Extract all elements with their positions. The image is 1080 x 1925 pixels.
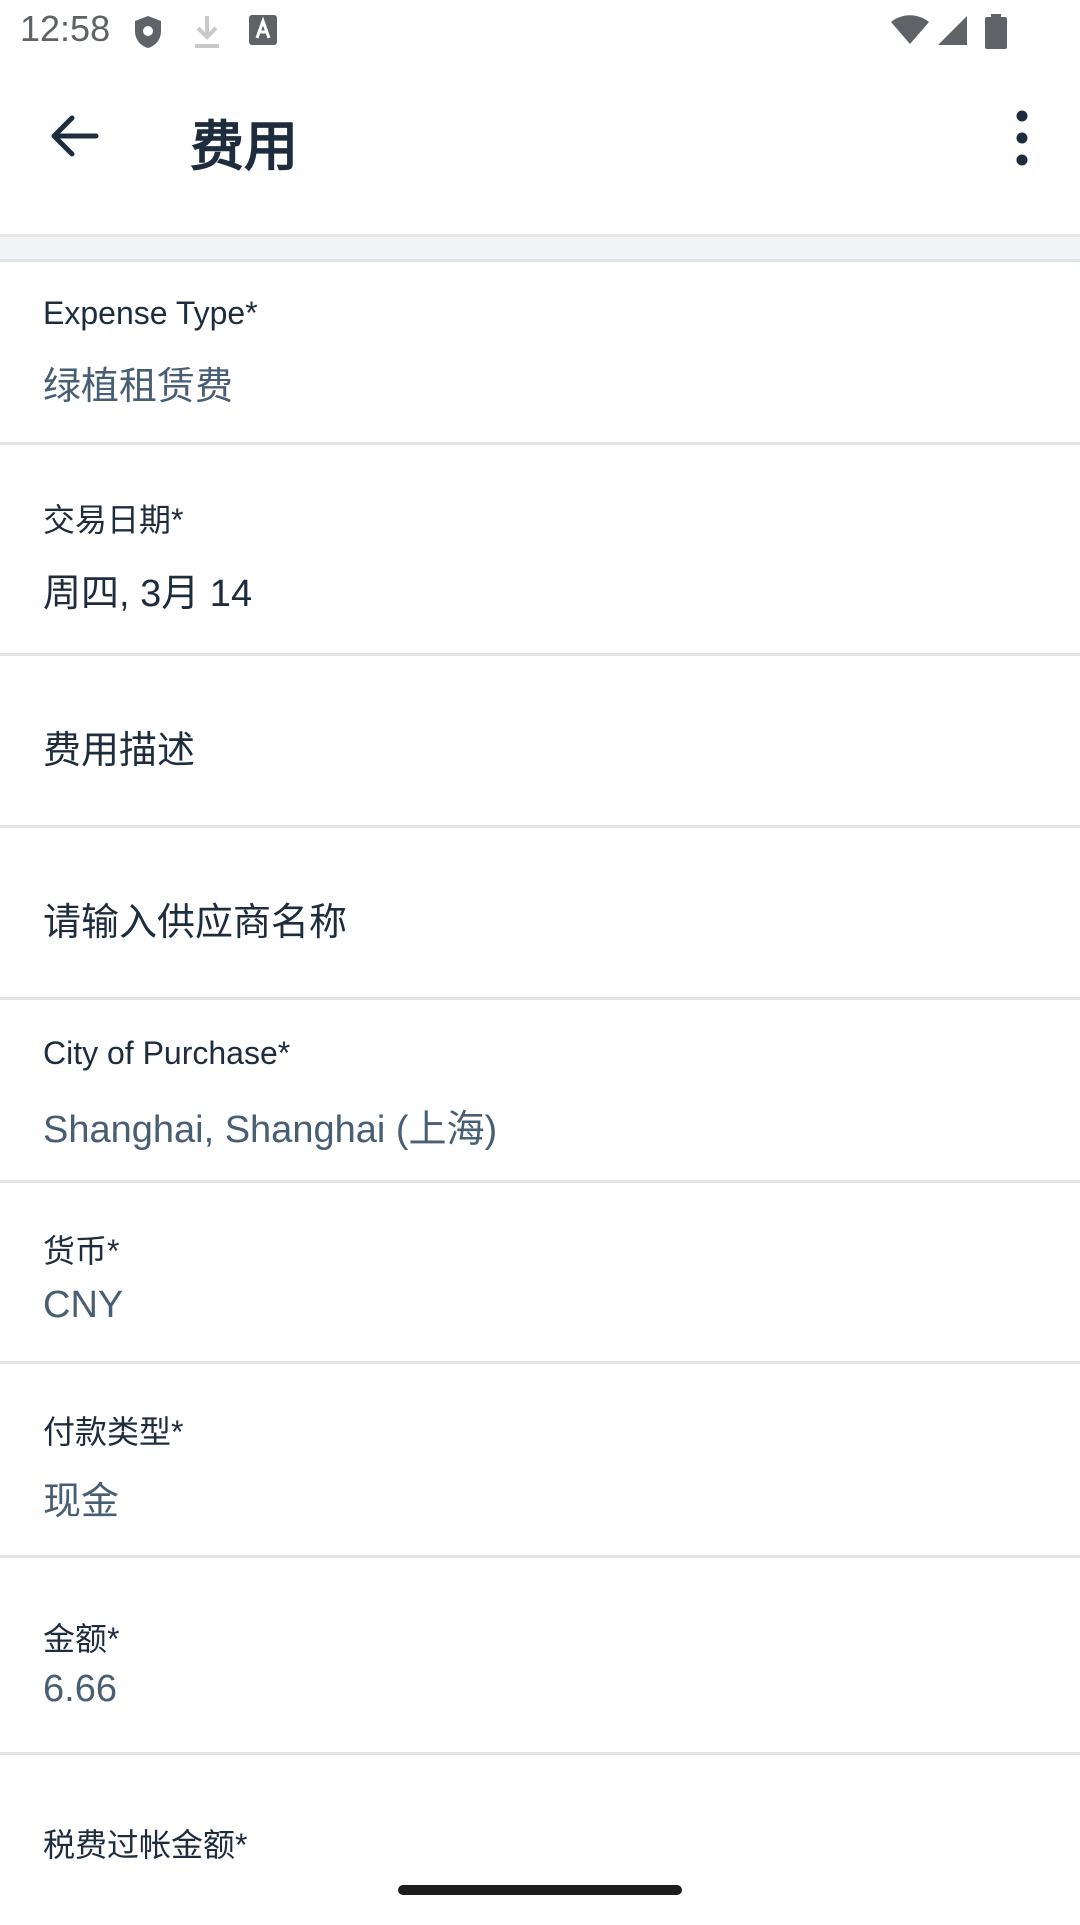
vendor-field[interactable]: 请输入供应商名称 bbox=[0, 828, 1080, 1000]
amount-field[interactable]: 金额* 6.66 bbox=[0, 1558, 1080, 1755]
wifi-icon bbox=[891, 15, 929, 44]
amount-label: 金额* bbox=[43, 1621, 120, 1657]
keyboard-a-icon bbox=[249, 15, 277, 45]
city-of-purchase-value: Shanghai, Shanghai (上海) bbox=[43, 1109, 498, 1151]
expense-type-label: Expense Type* bbox=[43, 295, 258, 331]
payment-type-value: 现金 bbox=[43, 1481, 120, 1523]
transaction-date-label: 交易日期* bbox=[43, 502, 184, 538]
home-indicator[interactable] bbox=[398, 1885, 682, 1895]
transaction-date-value: 周四, 3月 14 bbox=[43, 573, 253, 615]
section-separator bbox=[0, 237, 1080, 262]
description-field[interactable]: 费用描述 bbox=[0, 656, 1080, 828]
app-bar: 费用 bbox=[0, 62, 1080, 237]
page-title: 费用 bbox=[190, 115, 298, 178]
download-icon bbox=[195, 16, 219, 48]
expense-type-value: 绿植租赁费 bbox=[43, 366, 234, 408]
city-of-purchase-field[interactable]: City of Purchase* Shanghai, Shanghai (上海… bbox=[0, 1000, 1080, 1183]
more-vertical-icon[interactable] bbox=[1000, 106, 1044, 170]
arrow-left-icon[interactable] bbox=[44, 106, 104, 166]
currency-field[interactable]: 货币* CNY bbox=[0, 1183, 1080, 1364]
expense-type-field[interactable]: Expense Type* 绿植租赁费 bbox=[0, 262, 1080, 445]
battery-icon bbox=[985, 14, 1007, 49]
status-bar: 12:58 bbox=[0, 0, 1080, 62]
shield-icon bbox=[135, 16, 161, 48]
vendor-placeholder: 请输入供应商名称 bbox=[43, 902, 348, 944]
payment-type-label: 付款类型* bbox=[43, 1414, 184, 1450]
description-placeholder: 费用描述 bbox=[43, 730, 196, 772]
signal-icon bbox=[938, 16, 967, 45]
amount-value: 6.66 bbox=[43, 1668, 117, 1710]
payment-type-field[interactable]: 付款类型* 现金 bbox=[0, 1364, 1080, 1558]
city-of-purchase-label: City of Purchase* bbox=[43, 1035, 291, 1071]
currency-label: 货币* bbox=[43, 1233, 120, 1269]
tax-amount-field[interactable]: 税费过帐金额* bbox=[0, 1755, 1080, 1925]
expense-form: Expense Type* 绿植租赁费 交易日期* 周四, 3月 14 费用描述… bbox=[0, 262, 1080, 1925]
status-time: 12:58 bbox=[20, 8, 111, 49]
tax-amount-label: 税费过帐金额* bbox=[43, 1827, 248, 1863]
currency-value: CNY bbox=[43, 1284, 124, 1326]
transaction-date-field[interactable]: 交易日期* 周四, 3月 14 bbox=[0, 445, 1080, 656]
